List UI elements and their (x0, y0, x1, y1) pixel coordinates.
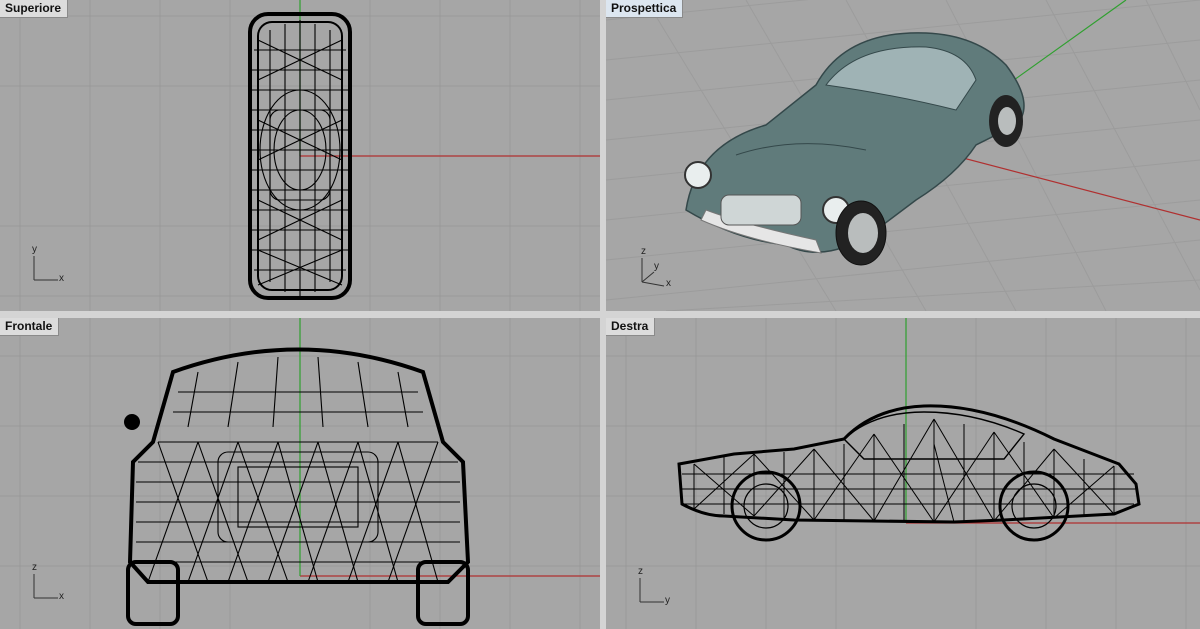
viewport-title-right[interactable]: Destra (606, 318, 656, 336)
viewport-title-perspective[interactable]: Prospettica (606, 0, 684, 18)
viewport-title-top[interactable]: Superiore (0, 0, 69, 18)
viewport-perspective[interactable]: z y x Prospettica (606, 0, 1200, 311)
axis-label-z: z (638, 566, 643, 577)
car-wireframe-right (677, 404, 1141, 542)
viewport-right[interactable]: z y Destra (606, 318, 1200, 629)
axis-label-x: x (59, 591, 64, 602)
car-wireframe-top (248, 12, 352, 300)
viewport-title-front[interactable]: Frontale (0, 318, 60, 336)
car-render-perspective (684, 32, 1025, 266)
axis-indicator-top: y x (28, 244, 78, 291)
axis-indicator-right: z y (634, 566, 684, 613)
car-wireframe-front (124, 347, 471, 626)
axis-label-y: y (665, 595, 670, 606)
viewport-front[interactable]: z x Frontale (0, 318, 600, 629)
axis-label-x: x (666, 278, 671, 289)
axis-label-y: y (32, 244, 37, 255)
axis-indicator-front: z x (28, 562, 78, 609)
axis-label-y: y (654, 261, 659, 272)
axis-indicator-perspective: z y x (636, 246, 686, 299)
viewport-layout: y x Superiore z y x Prospettica z x Fron… (0, 0, 1200, 629)
viewport-top[interactable]: y x Superiore (0, 0, 600, 311)
axis-label-x: x (59, 273, 64, 284)
axis-label-z: z (32, 562, 37, 573)
axis-label-z: z (641, 246, 646, 257)
